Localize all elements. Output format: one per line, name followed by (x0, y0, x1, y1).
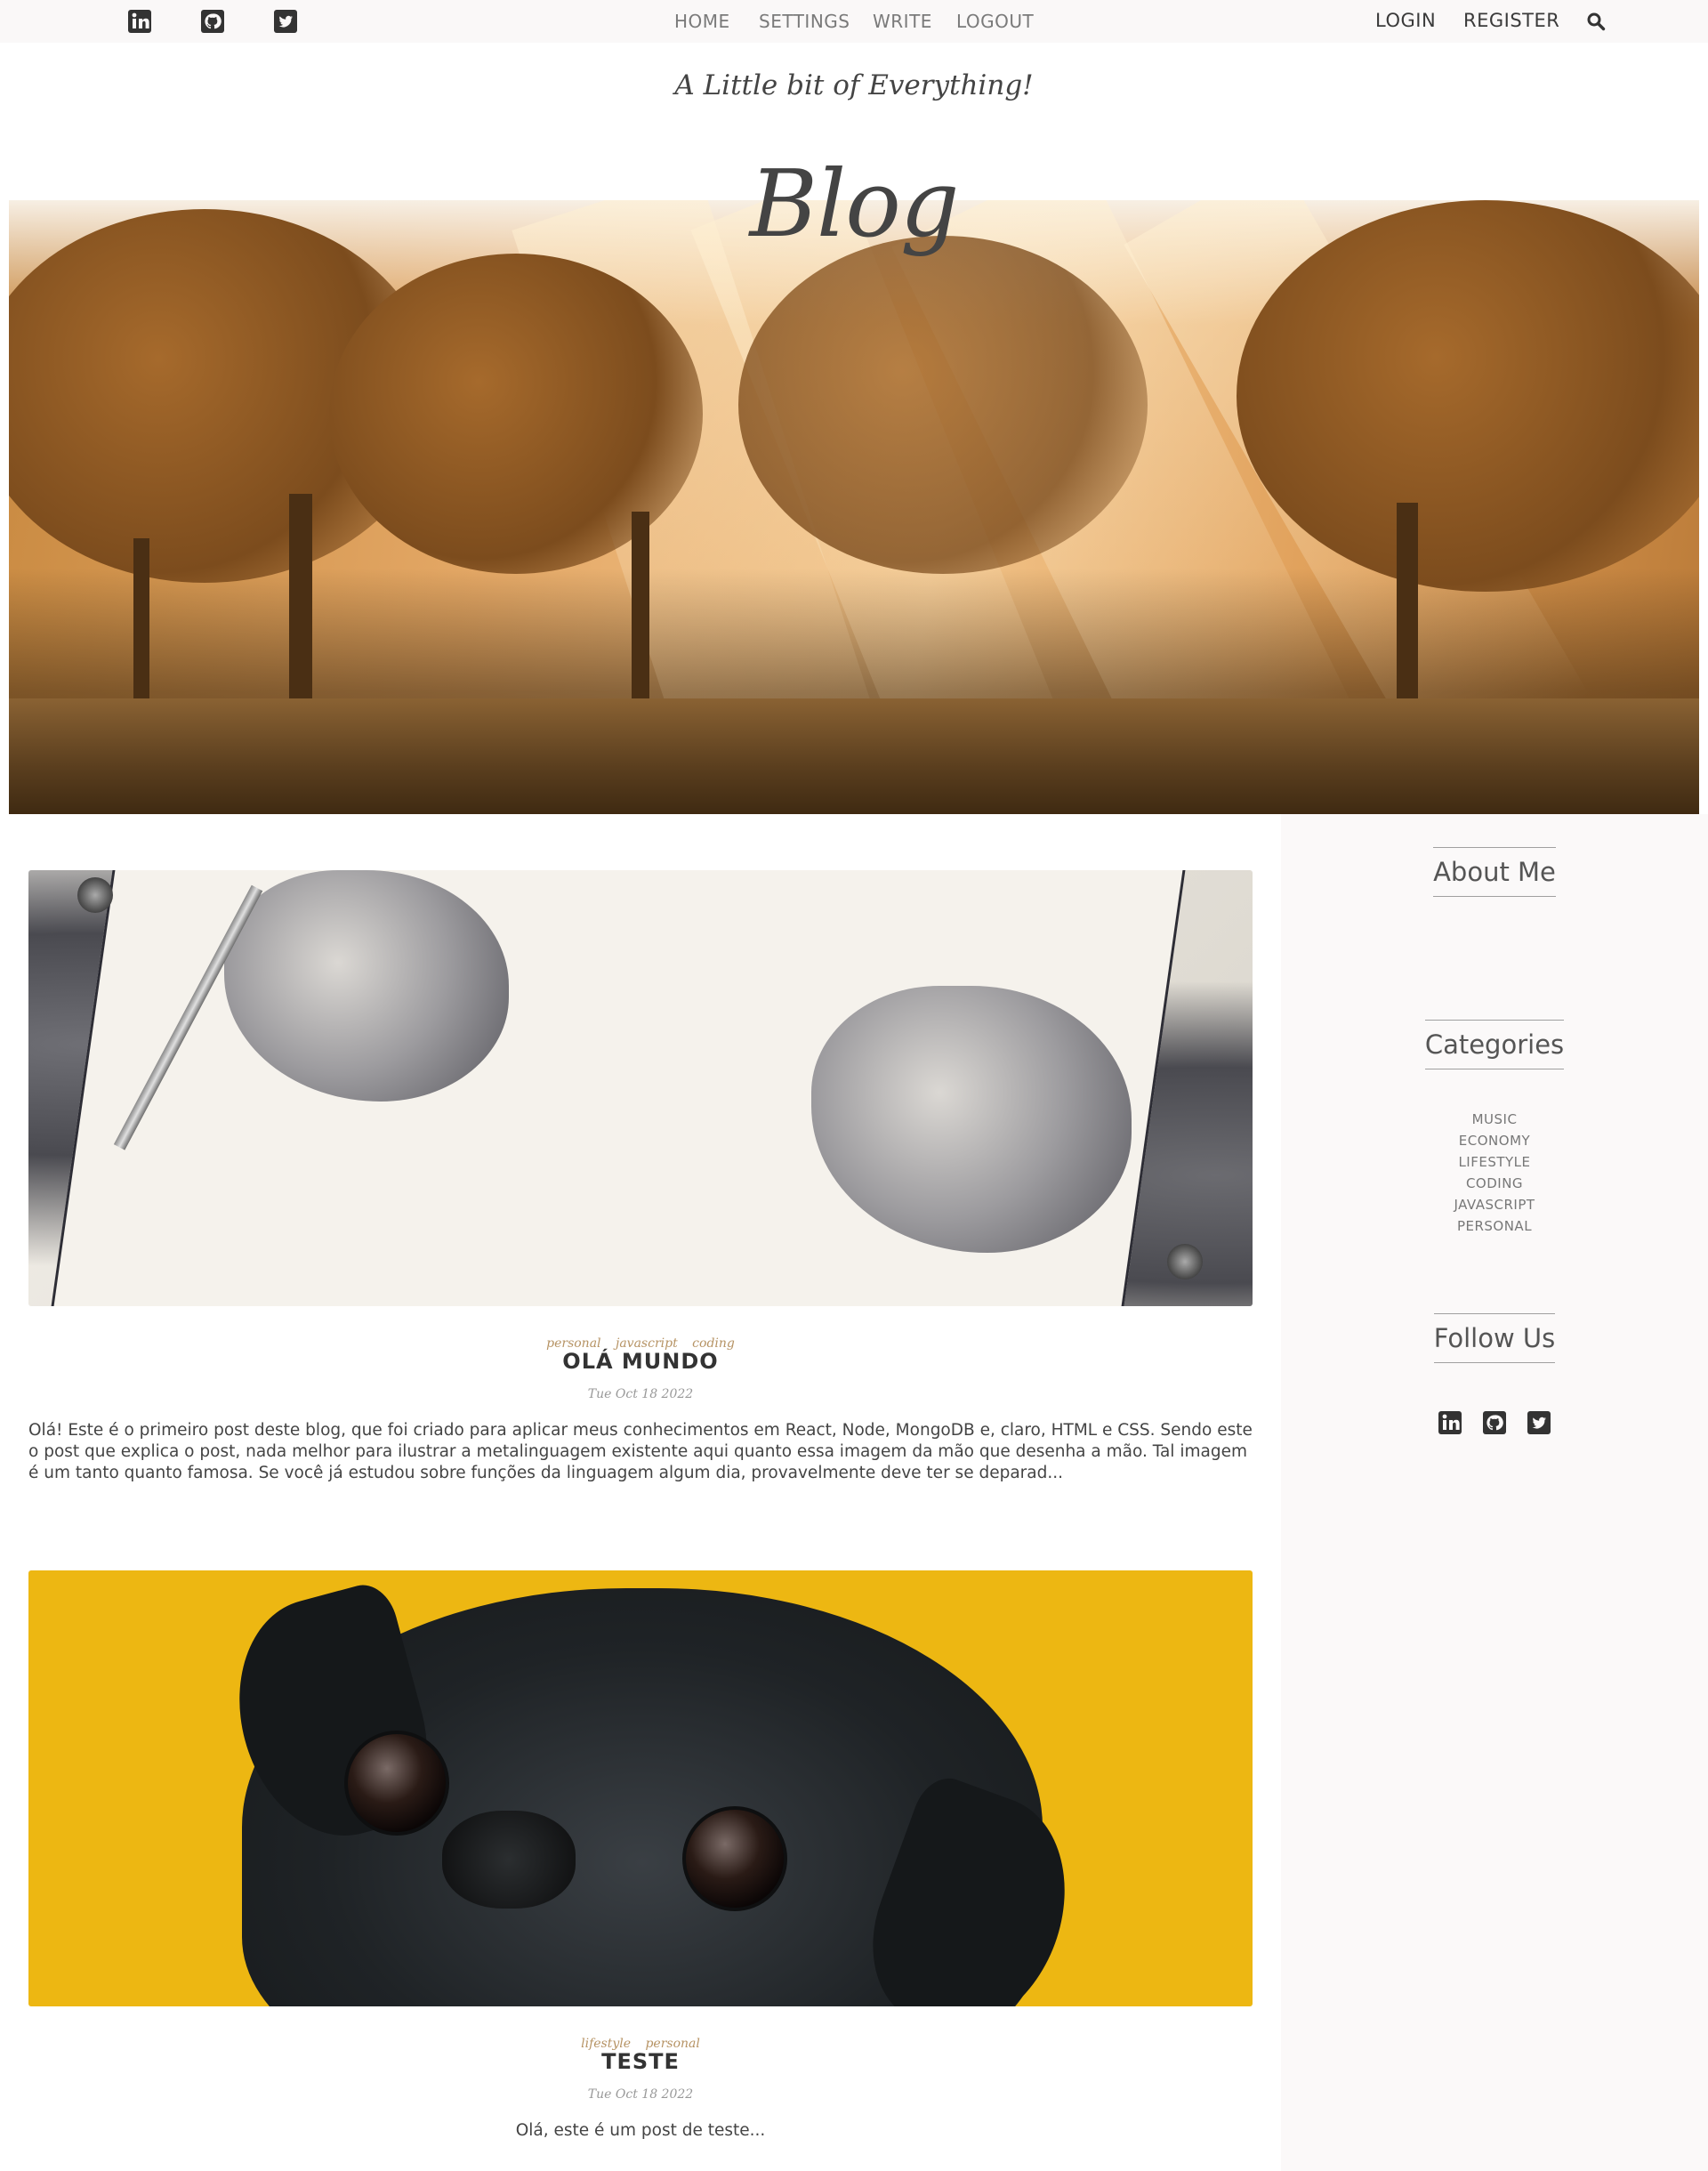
category-list: MUSIC ECONOMY LIFESTYLE CODING JAVASCRIP… (1281, 1109, 1708, 1237)
post-title[interactable]: OLÁ MUNDO (28, 1349, 1253, 1374)
sidebar-categories-title: Categories (1281, 1020, 1708, 1069)
category-coding[interactable]: CODING (1281, 1173, 1708, 1194)
linkedin-icon[interactable] (127, 9, 152, 34)
nav-login[interactable]: LOGIN (1375, 10, 1436, 31)
page-title: Blog (749, 149, 960, 258)
top-bar: HOME SETTINGS WRITE LOGOUT LOGIN REGISTE… (0, 0, 1708, 43)
search-icon[interactable] (1586, 12, 1606, 31)
post-date: Tue Oct 18 2022 (587, 1387, 694, 1401)
post-date: Tue Oct 18 2022 (587, 2087, 694, 2102)
sidebar-follow-title: Follow Us (1281, 1313, 1708, 1363)
twitter-icon[interactable] (1527, 1410, 1551, 1435)
category-javascript[interactable]: JAVASCRIPT (1281, 1194, 1708, 1215)
sidebar (1281, 814, 1708, 2171)
post-image[interactable] (28, 870, 1253, 1306)
site-subtitle: A Little bit of Everything! (674, 69, 1034, 101)
linkedin-icon[interactable] (1438, 1410, 1462, 1435)
post-title[interactable]: TESTE (28, 2049, 1253, 2074)
category-music[interactable]: MUSIC (1281, 1109, 1708, 1130)
nav-write[interactable]: WRITE (873, 11, 932, 32)
nav-home[interactable]: HOME (674, 11, 730, 32)
twitter-icon[interactable] (273, 9, 298, 34)
nav-settings[interactable]: SETTINGS (759, 11, 850, 32)
github-icon[interactable] (200, 9, 225, 34)
github-icon[interactable] (1482, 1410, 1507, 1435)
header-image (9, 200, 1699, 814)
sidebar-about-title: About Me (1281, 847, 1708, 897)
category-lifestyle[interactable]: LIFESTYLE (1281, 1151, 1708, 1173)
post-excerpt: Olá, este é um post de teste... (515, 2121, 766, 2140)
post-excerpt: Olá! Este é o primeiro post deste blog, … (28, 1421, 1253, 1482)
nav-register[interactable]: REGISTER (1463, 10, 1559, 31)
nav-logout[interactable]: LOGOUT (956, 11, 1034, 32)
post-image[interactable] (28, 1570, 1253, 2006)
category-economy[interactable]: ECONOMY (1281, 1130, 1708, 1151)
category-personal[interactable]: PERSONAL (1281, 1215, 1708, 1237)
